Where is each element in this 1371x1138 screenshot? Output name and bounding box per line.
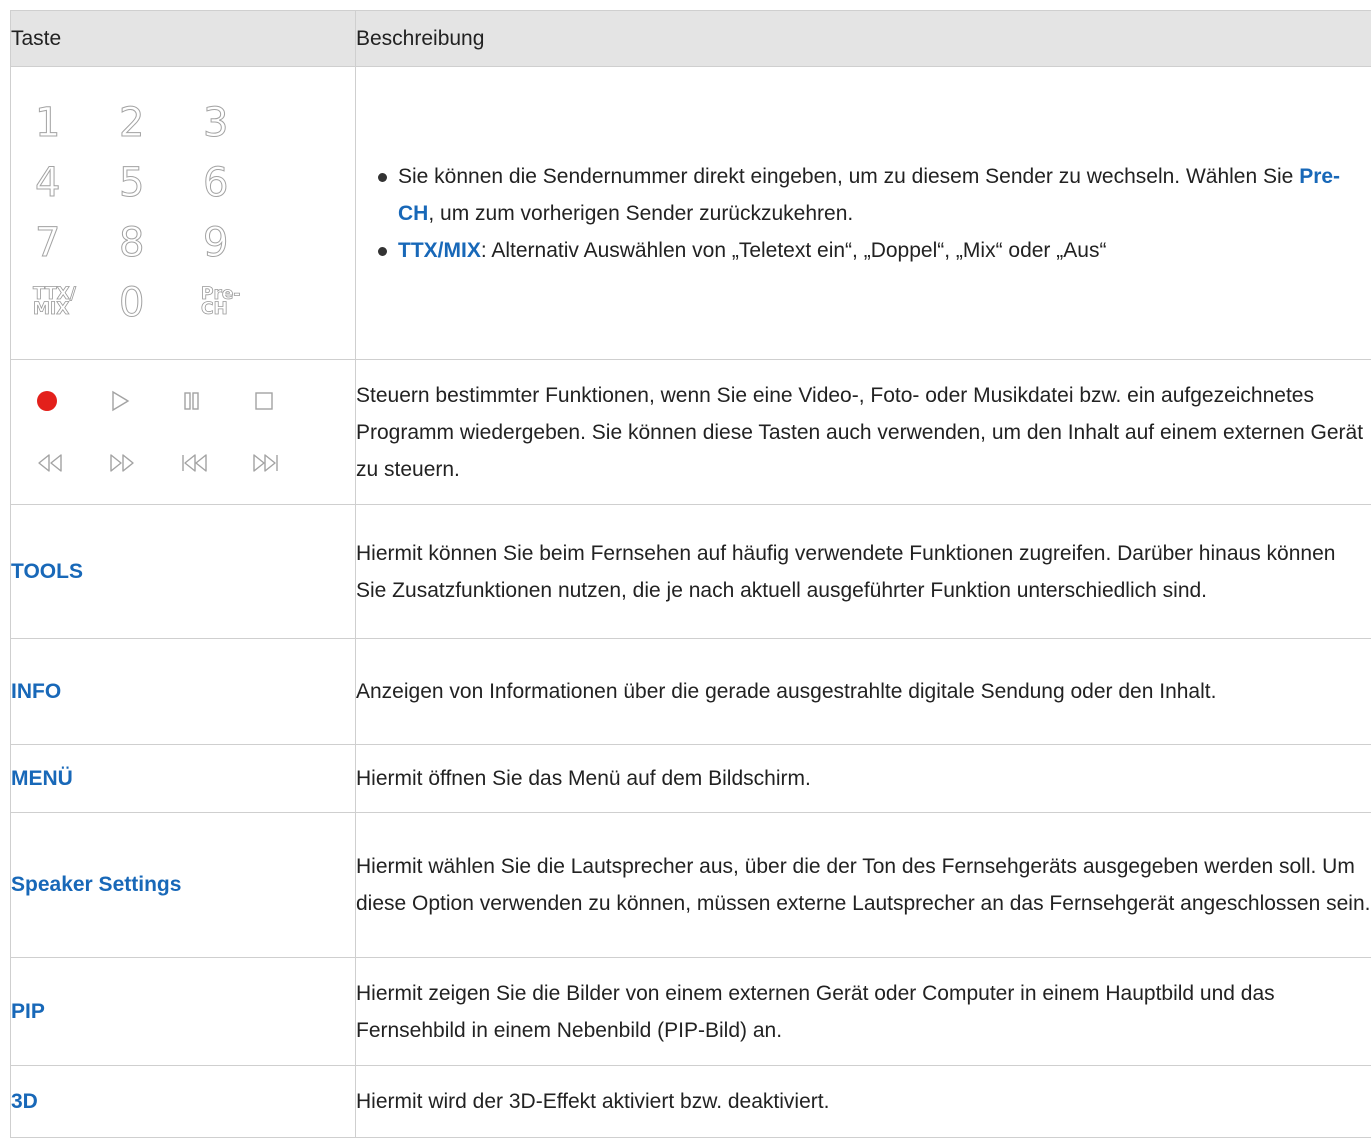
info-label: INFO (11, 680, 61, 703)
menu-desc: Hiermit öffnen Sie das Menü auf dem Bild… (356, 745, 1371, 813)
key-tools: TOOLS (11, 505, 356, 639)
key-0: 0 (113, 273, 197, 333)
tools-desc: Hiermit können Sie beim Fernsehen auf hä… (356, 505, 1371, 639)
bullet1-text: Sie können die Sendernummer direkt einge… (398, 165, 1299, 188)
bullet-sendernummer: Sie können die Sendernummer direkt einge… (378, 158, 1371, 232)
info-desc: Anzeigen von Informationen über die gera… (356, 639, 1371, 745)
key-pip: PIP (11, 958, 356, 1066)
numpad-desc: Sie können die Sendernummer direkt einge… (356, 67, 1371, 360)
ttx-key-line2: MIX (33, 302, 113, 317)
menu-label: MENÜ (11, 767, 73, 790)
play-icon (87, 370, 159, 432)
numpad-bullets: Sie können die Sendernummer direkt einge… (356, 158, 1371, 269)
table-row-speaker-settings: Speaker Settings Hiermit wählen Sie die … (11, 813, 1371, 958)
numpad: 1 2 3 4 5 6 7 8 9 TTX/ MIX 0 Pre- (29, 93, 355, 333)
key-menu: MENÜ (11, 745, 356, 813)
key-4: 4 (29, 153, 113, 213)
record-icon (15, 370, 87, 432)
remote-buttons-table: Taste Beschreibung 1 2 3 4 5 6 7 8 9 TTX… (10, 10, 1371, 1138)
bullet-ttx-mix: TTX/MIX: Alternativ Auswählen von „Telet… (378, 232, 1371, 269)
table-row-3d: 3D Hiermit wird der 3D-Effekt aktiviert … (11, 1066, 1371, 1138)
previous-icon (159, 432, 231, 494)
pip-label: PIP (11, 1000, 45, 1023)
key-speaker-settings: Speaker Settings (11, 813, 356, 958)
table-row-numpad: 1 2 3 4 5 6 7 8 9 TTX/ MIX 0 Pre- (11, 67, 1371, 360)
key-ttx-mix: TTX/ MIX (29, 273, 113, 333)
rewind-icon (15, 432, 87, 494)
header-taste: Taste (11, 11, 356, 67)
bullet1-tail: , um zum vorherigen Sender zurückzukehre… (428, 202, 853, 225)
key-3: 3 (197, 93, 281, 153)
key-2: 2 (113, 93, 197, 153)
table-row-media: Steuern bestimmter Funktionen, wenn Sie … (11, 360, 1371, 505)
key-8: 8 (113, 213, 197, 273)
3d-label: 3D (11, 1090, 38, 1113)
key-9: 9 (197, 213, 281, 273)
prech-key-line2: CH (201, 302, 281, 317)
bullet2-text: : Alternativ Auswählen von „Teletext ein… (481, 239, 1107, 262)
media-desc: Steuern bestimmter Funktionen, wenn Sie … (356, 360, 1371, 505)
table-row-tools: TOOLS Hiermit können Sie beim Fernsehen … (11, 505, 1371, 639)
tools-label: TOOLS (11, 560, 83, 583)
table-row-pip: PIP Hiermit zeigen Sie die Bilder von ei… (11, 958, 1371, 1066)
speaker-settings-label: Speaker Settings (11, 873, 181, 896)
stop-icon (231, 370, 303, 432)
numpad-cell: 1 2 3 4 5 6 7 8 9 TTX/ MIX 0 Pre- (11, 67, 356, 360)
header-beschreibung: Beschreibung (356, 11, 1371, 67)
key-info: INFO (11, 639, 356, 745)
fast-forward-icon (87, 432, 159, 494)
key-pre-ch: Pre- CH (197, 273, 281, 333)
key-1: 1 (29, 93, 113, 153)
key-6: 6 (197, 153, 281, 213)
key-5: 5 (113, 153, 197, 213)
pip-desc: Hiermit zeigen Sie die Bilder von einem … (356, 958, 1371, 1066)
ttx-mix-keyword: TTX/MIX (398, 239, 481, 262)
table-row-info: INFO Anzeigen von Informationen über die… (11, 639, 1371, 745)
key-7: 7 (29, 213, 113, 273)
speaker-settings-desc: Hiermit wählen Sie die Lautsprecher aus,… (356, 813, 1371, 958)
table-row-menu: MENÜ Hiermit öffnen Sie das Menü auf dem… (11, 745, 1371, 813)
media-cell (11, 360, 356, 505)
key-3d: 3D (11, 1066, 356, 1138)
3d-desc: Hiermit wird der 3D-Effekt aktiviert bzw… (356, 1066, 1371, 1138)
table-header-row: Taste Beschreibung (11, 11, 1371, 67)
media-keys (15, 370, 355, 494)
pause-icon (159, 370, 231, 432)
next-icon (231, 432, 303, 494)
